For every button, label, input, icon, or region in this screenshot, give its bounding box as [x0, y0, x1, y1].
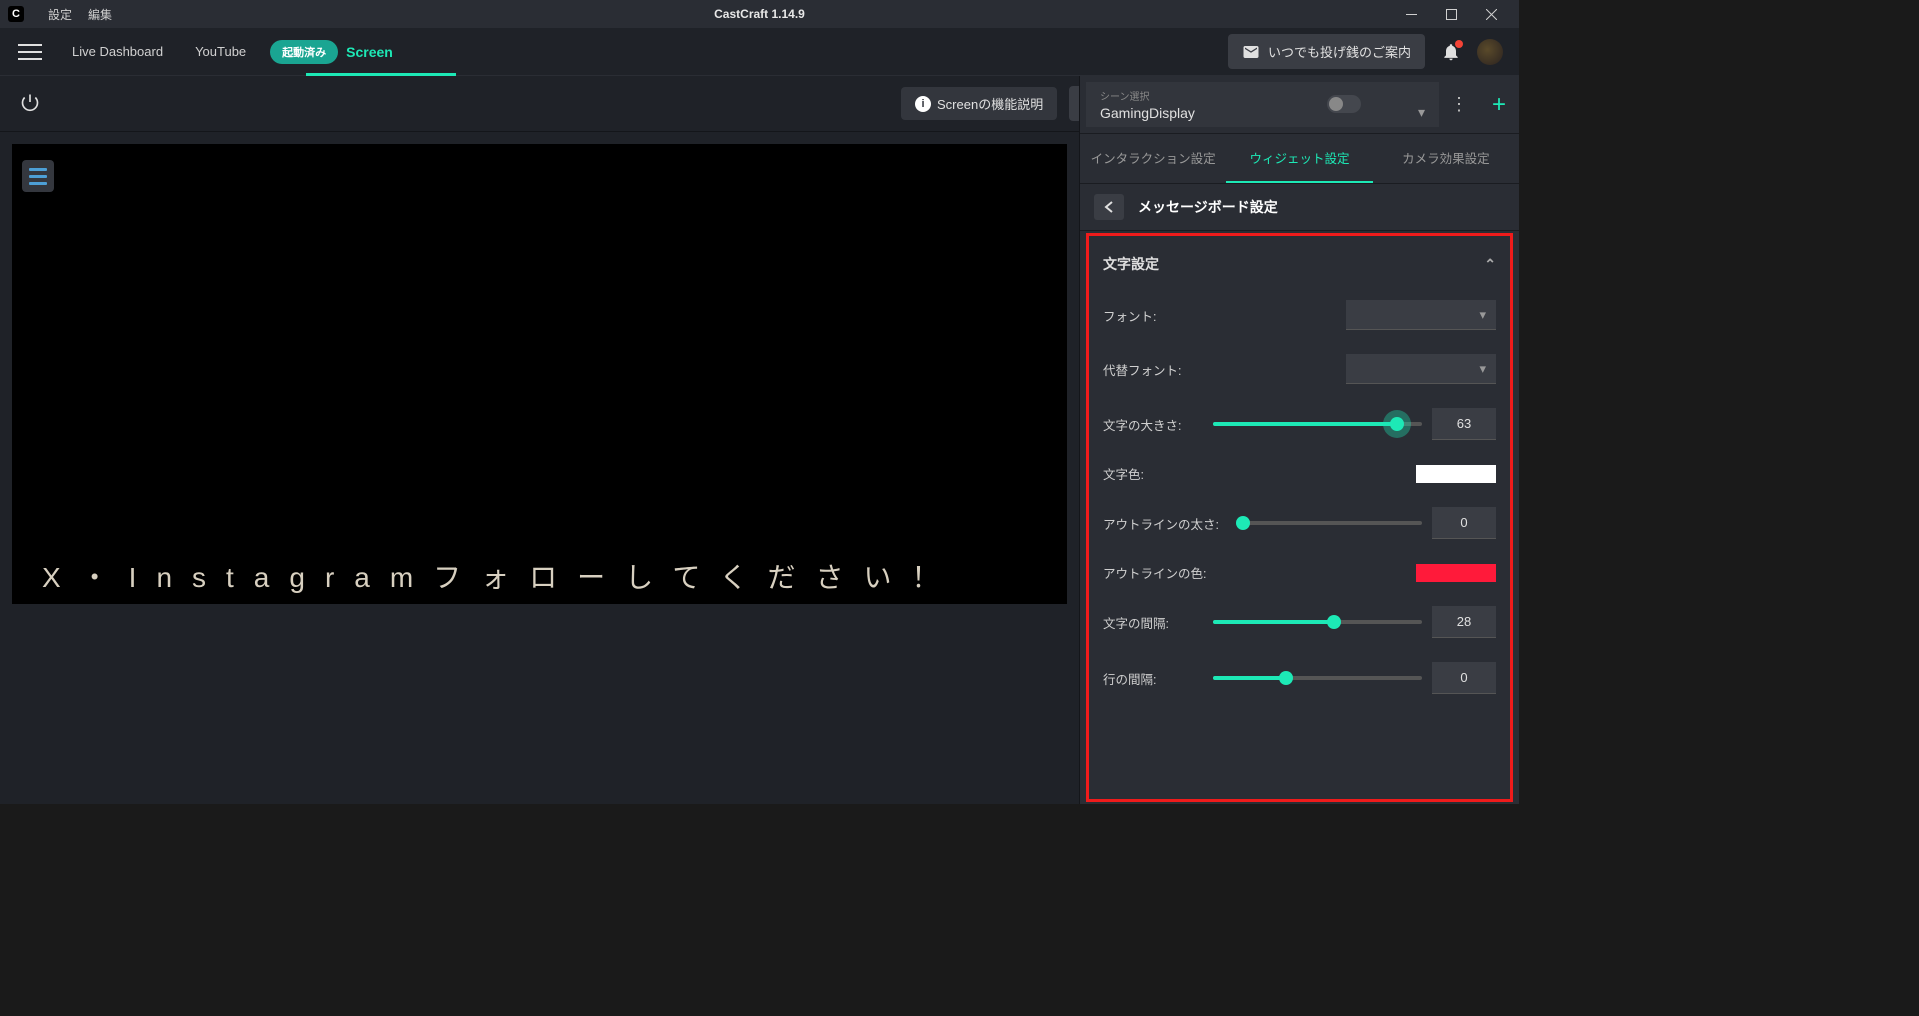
right-panel: シーン選択 GamingDisplay ▾ ⋮ + インタラクション設定 ウィジ…	[1079, 76, 1519, 804]
font-size-label: 文字の大きさ:	[1103, 415, 1203, 434]
nav-screen[interactable]: Screen	[346, 44, 393, 60]
line-spacing-label: 行の間隔:	[1103, 669, 1203, 688]
alt-font-label: 代替フォント:	[1103, 360, 1203, 379]
font-label: フォント:	[1103, 306, 1203, 325]
preview-area: X・Instagramフォローしてください！	[0, 132, 1079, 804]
app-title: CastCraft 1.14.9	[714, 7, 805, 21]
preview-canvas[interactable]: X・Instagramフォローしてください！	[12, 144, 1067, 604]
section-title: 文字設定	[1103, 254, 1159, 274]
window-minimize-button[interactable]	[1391, 0, 1431, 28]
slider-thumb[interactable]	[1383, 410, 1411, 438]
text-color-swatch[interactable]	[1416, 465, 1496, 483]
plus-icon: +	[1492, 91, 1506, 119]
text-color-label: 文字色:	[1103, 464, 1203, 483]
feature-info-button[interactable]: i Screenの機能説明	[901, 87, 1057, 120]
scene-more-button[interactable]: ⋮	[1439, 94, 1479, 115]
info-icon: i	[915, 96, 931, 112]
tab-widget[interactable]: ウィジェット設定	[1226, 134, 1372, 183]
nav-live-dashboard[interactable]: Live Dashboard	[56, 44, 179, 59]
line-spacing-slider[interactable]	[1213, 676, 1422, 680]
letter-spacing-label: 文字の間隔:	[1103, 613, 1203, 632]
app-logo: C	[8, 6, 24, 22]
notifications-button[interactable]	[1441, 42, 1461, 62]
scene-select-value: GamingDisplay	[1100, 105, 1195, 121]
font-dropdown[interactable]: ▾	[1346, 300, 1496, 330]
alt-font-dropdown[interactable]: ▾	[1346, 354, 1496, 384]
panel-back-button[interactable]	[1094, 194, 1124, 220]
letter-spacing-value[interactable]: 28	[1432, 606, 1496, 638]
menu-settings[interactable]: 設定	[48, 6, 72, 23]
scene-select[interactable]: シーン選択 GamingDisplay ▾	[1086, 82, 1439, 127]
tip-info-button[interactable]: いつでも投げ銭のご案内	[1228, 34, 1425, 69]
overlay-menu-icon[interactable]	[22, 160, 54, 192]
avatar[interactable]	[1477, 39, 1503, 65]
font-size-slider[interactable]	[1213, 422, 1422, 426]
chevron-left-icon	[1104, 201, 1114, 213]
scene-select-label: シーン選択	[1100, 88, 1425, 103]
font-size-value[interactable]: 63	[1432, 408, 1496, 440]
chevron-down-icon: ▾	[1479, 307, 1486, 323]
slider-thumb[interactable]	[1236, 516, 1250, 530]
tab-underline	[306, 73, 456, 76]
text-settings-highlight: 文字設定 ⌃ フォント: ▾ 代替フォント: ▾ 文字の大きさ: 63	[1086, 233, 1513, 802]
chevron-down-icon: ▾	[1418, 104, 1425, 121]
kebab-icon: ⋮	[1450, 94, 1468, 115]
scene-add-button[interactable]: +	[1479, 91, 1519, 119]
slider-thumb[interactable]	[1327, 615, 1341, 629]
outline-color-swatch[interactable]	[1416, 564, 1496, 582]
main-row: X・Instagramフォローしてください！ シーン選択 GamingDispl…	[0, 132, 1519, 804]
titlebar: C 設定 編集 CastCraft 1.14.9	[0, 0, 1519, 28]
top-nav: Live Dashboard YouTube 起動済み Screen いつでも投…	[0, 28, 1519, 76]
slider-thumb[interactable]	[1279, 671, 1293, 685]
tab-interaction[interactable]: インタラクション設定	[1080, 134, 1226, 183]
window-maximize-button[interactable]	[1431, 0, 1471, 28]
notification-dot	[1455, 40, 1463, 48]
chevron-up-icon[interactable]: ⌃	[1484, 256, 1496, 273]
letter-spacing-slider[interactable]	[1213, 620, 1422, 624]
outline-color-label: アウトラインの色:	[1103, 563, 1233, 582]
outline-width-slider[interactable]	[1243, 521, 1422, 525]
feature-info-label: Screenの機能説明	[937, 94, 1043, 113]
panel-title: メッセージボード設定	[1138, 197, 1278, 217]
outline-width-label: アウトラインの太さ:	[1103, 514, 1233, 533]
outline-width-value[interactable]: 0	[1432, 507, 1496, 539]
chevron-down-icon: ▾	[1479, 361, 1486, 377]
menu-edit[interactable]: 編集	[88, 6, 112, 23]
tab-camera[interactable]: カメラ効果設定	[1373, 134, 1519, 183]
status-pill-started: 起動済み	[270, 40, 338, 64]
power-button[interactable]	[20, 92, 40, 115]
window-close-button[interactable]	[1471, 0, 1511, 28]
marquee-text: X・Instagramフォローしてください！	[42, 556, 960, 596]
menu-icon[interactable]	[16, 40, 44, 64]
line-spacing-value[interactable]: 0	[1432, 662, 1496, 694]
envelope-icon	[1242, 43, 1260, 61]
tip-info-label: いつでも投げ銭のご案内	[1268, 42, 1411, 61]
nav-youtube[interactable]: YouTube	[179, 44, 262, 59]
demo-message-toggle[interactable]	[1327, 95, 1361, 113]
